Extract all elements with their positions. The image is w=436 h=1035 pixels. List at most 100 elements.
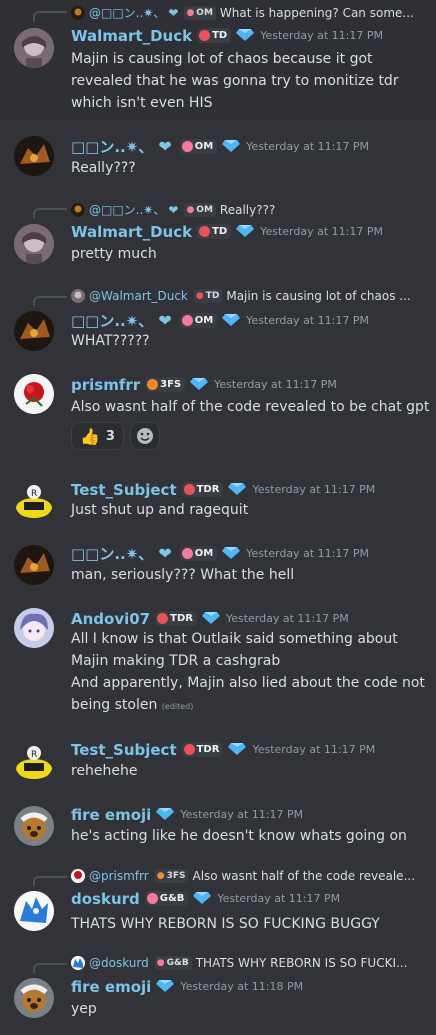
username[interactable]: fire emoji <box>71 978 151 996</box>
avatar[interactable] <box>14 608 54 648</box>
message[interactable]: R Test_Subject TDR Yesterday at 11:17 PM… <box>0 733 436 793</box>
message-header: □□ン..✷、 ❤ OM Yesterday at 11:17 PM <box>71 310 369 331</box>
username[interactable]: Walmart_Duck <box>71 27 192 45</box>
avatar[interactable] <box>14 28 54 68</box>
timestamp[interactable]: Yesterday at 11:17 PM <box>214 378 337 391</box>
avatar[interactable] <box>14 978 54 1018</box>
reply-text[interactable]: What is happening? Can some... <box>220 6 414 20</box>
message[interactable]: prismfrr 3FS Yesterday at 11:17 PM Also … <box>0 370 436 462</box>
role-badge: G&B <box>144 891 189 906</box>
diamond-icon <box>236 222 255 241</box>
role-badge: TDR <box>181 742 224 757</box>
message-line: And apparently, Majin also lied about th… <box>71 675 425 691</box>
diamond-icon <box>156 805 175 824</box>
reply-author[interactable]: @prismfrr <box>89 869 149 883</box>
message[interactable]: Andovi07 TDR Yesterday at 11:17 PM All I… <box>0 602 436 722</box>
message-line: All I know is that Outlaik said somethin… <box>71 631 398 647</box>
message-body: All I know is that Outlaik said somethin… <box>71 628 425 718</box>
avatar[interactable] <box>14 224 54 264</box>
reply-text[interactable]: Majin is causing lot of chaos ... <box>226 289 410 303</box>
message-body: THATS WHY REBORN IS SO FUCKING BUGGY <box>71 913 380 935</box>
diamond-icon <box>236 26 255 45</box>
timestamp[interactable]: Yesterday at 11:17 PM <box>260 225 383 238</box>
message-header: □□ン..✷、 ❤ OM Yesterday at 11:17 PM <box>71 136 369 157</box>
timestamp[interactable]: Yesterday at 11:17 PM <box>260 29 383 42</box>
reply-preview[interactable]: @Walmart_Duck ● TD Majin is causing lot o… <box>33 289 411 306</box>
username[interactable]: doskurd <box>71 890 140 908</box>
username[interactable]: Walmart_Duck <box>71 223 192 241</box>
username[interactable]: Test_Subject <box>71 481 177 499</box>
heart-icon: ❤ <box>158 311 172 330</box>
avatar[interactable] <box>14 311 54 351</box>
svg-text:R: R <box>31 750 37 760</box>
reply-spine <box>33 876 67 886</box>
role-badge: OM <box>179 546 218 561</box>
reply-text[interactable]: THATS WHY REBORN IS SO FUCKI... <box>196 956 408 970</box>
message[interactable]: @doskurd ● G&B THATS WHY REBORN IS SO FUC… <box>0 950 436 1032</box>
message[interactable]: @prismfrr ● 3FS Also wasnt half of the co… <box>0 863 436 943</box>
timestamp[interactable]: Yesterday at 11:17 PM <box>252 743 375 756</box>
message-header: fire emoji Yesterday at 11:18 PM <box>71 977 303 996</box>
username[interactable]: □□ン..✷、 <box>71 543 153 564</box>
reply-preview[interactable]: @□□ン..✷、 ❤ ● OM Really??? <box>33 201 275 218</box>
heart-icon: ❤ <box>168 5 179 20</box>
timestamp[interactable]: Yesterday at 11:17 PM <box>246 547 369 560</box>
message-line: THATS WHY REBORN IS SO FUCKING BUGGY <box>71 916 380 932</box>
message[interactable]: R Test_Subject TDR Yesterday at 11:17 PM… <box>0 472 436 532</box>
timestamp[interactable]: Yesterday at 11:17 PM <box>246 314 369 327</box>
avatar[interactable]: R <box>14 480 54 520</box>
diamond-icon <box>193 889 212 908</box>
timestamp[interactable]: Yesterday at 11:17 PM <box>226 612 349 625</box>
reply-text[interactable]: Also wasnt half of the code reveale... <box>192 869 415 883</box>
username[interactable]: Test_Subject <box>71 741 177 759</box>
message[interactable]: □□ン..✷、 ❤ OM Yesterday at 11:17 PM man, … <box>0 537 436 597</box>
reply-text[interactable]: Really??? <box>220 203 275 217</box>
role-badge: TDR <box>181 482 224 497</box>
reply-preview[interactable]: @□□ン..✷、 ❤ ● OM What is happening? Can so… <box>33 4 414 21</box>
reply-avatar <box>71 202 85 217</box>
reply-avatar <box>71 5 85 20</box>
message[interactable]: @□□ン..✷、 ❤ ● OM What is happening? Can so… <box>0 0 436 121</box>
message-line: rehehehe <box>71 763 138 779</box>
reply-preview[interactable]: @doskurd ● G&B THATS WHY REBORN IS SO FUC… <box>33 956 408 973</box>
message-header: Test_Subject TDR Yesterday at 11:17 PM <box>71 480 375 499</box>
timestamp[interactable]: Yesterday at 11:17 PM <box>246 140 369 153</box>
username[interactable]: Andovi07 <box>71 610 150 628</box>
avatar[interactable] <box>14 374 54 414</box>
message-body: pretty much <box>71 243 157 265</box>
avatar[interactable] <box>14 545 54 585</box>
message[interactable]: fire emoji Yesterday at 11:17 PM he's ac… <box>0 798 436 858</box>
edited-label: (edited) <box>161 702 194 711</box>
timestamp[interactable]: Yesterday at 11:17 PM <box>252 483 375 496</box>
reply-author[interactable]: @doskurd <box>89 956 149 970</box>
message[interactable]: @Walmart_Duck ● TD Majin is causing lot o… <box>0 283 436 363</box>
reply-author[interactable]: @□□ン..✷、 <box>89 201 165 218</box>
message-header: □□ン..✷、 ❤ OM Yesterday at 11:17 PM <box>71 543 369 564</box>
avatar[interactable] <box>14 891 54 931</box>
message-body: Just shut up and ragequit <box>71 499 248 521</box>
avatar[interactable]: R <box>14 741 54 781</box>
username[interactable]: □□ン..✷、 <box>71 310 153 331</box>
timestamp[interactable]: Yesterday at 11:17 PM <box>180 808 303 821</box>
timestamp[interactable]: Yesterday at 11:18 PM <box>180 980 303 993</box>
reply-author[interactable]: @□□ン..✷、 <box>89 4 165 21</box>
message-line: WHAT????? <box>71 333 150 349</box>
username[interactable]: fire emoji <box>71 806 151 824</box>
message-line: being stolen <box>71 697 158 713</box>
role-badge: TD <box>197 28 232 43</box>
message-header: Test_Subject TDR Yesterday at 11:17 PM <box>71 740 375 759</box>
reply-preview[interactable]: @prismfrr ● 3FS Also wasnt half of the co… <box>33 869 415 886</box>
username[interactable]: prismfrr <box>71 376 140 394</box>
avatar[interactable] <box>14 136 54 176</box>
message[interactable]: □□ン..✷、 ❤ OM Yesterday at 11:17 PM Reall… <box>0 128 436 188</box>
timestamp[interactable]: Yesterday at 11:17 PM <box>217 892 340 905</box>
role-badge: 3FS <box>145 377 186 392</box>
username[interactable]: □□ン..✷、 <box>71 136 153 157</box>
reply-author[interactable]: @Walmart_Duck <box>89 289 188 303</box>
reaction-thumbs-up[interactable]: 👍 3 <box>71 422 124 450</box>
message[interactable]: @□□ン..✷、 ❤ ● OM Really??? Walmart_Duck TD… <box>0 196 436 276</box>
diamond-icon <box>222 311 241 330</box>
avatar[interactable] <box>14 806 54 846</box>
message-header: fire emoji Yesterday at 11:17 PM <box>71 805 303 824</box>
add-reaction-button[interactable] <box>129 422 160 450</box>
